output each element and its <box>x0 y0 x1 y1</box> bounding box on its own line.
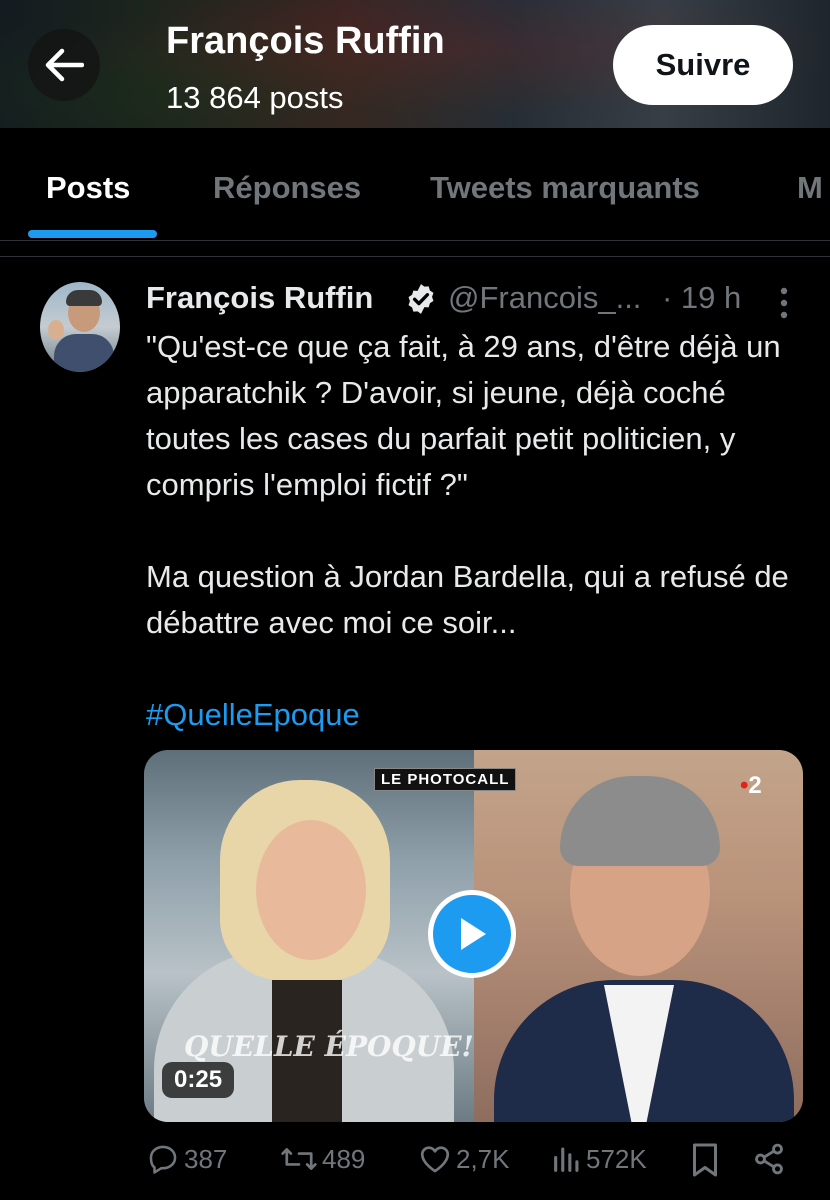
views-chart-icon <box>554 1147 579 1172</box>
verified-badge-icon <box>408 284 434 314</box>
views-count: 572K <box>586 1143 647 1174</box>
views-button[interactable]: 572K <box>552 1142 647 1176</box>
active-tab-indicator <box>28 230 157 238</box>
tweet-video[interactable]: QUELLE ÉPOQUE! LE PHOTOCALL •2 0:25 <box>144 750 803 1122</box>
heart-icon <box>420 1146 450 1173</box>
repost-button[interactable]: 489 <box>280 1142 365 1176</box>
share-button[interactable] <box>752 1142 786 1176</box>
profile-name: François Ruffin <box>166 20 445 62</box>
show-logo: QUELLE ÉPOQUE! <box>184 1030 474 1063</box>
follow-button[interactable]: Suivre <box>613 25 793 105</box>
posts-count: 13 864 posts <box>166 80 344 115</box>
repost-count: 489 <box>322 1143 366 1174</box>
play-button[interactable] <box>428 890 516 978</box>
bookmark-icon <box>693 1143 717 1177</box>
reply-icon <box>149 1145 177 1174</box>
profile-tabs: Posts Réponses Tweets marquants M <box>0 128 830 241</box>
repost-icon <box>281 1148 317 1170</box>
profile-header-banner: François Ruffin 13 864 posts Suivre <box>0 0 830 128</box>
photocall-label: LE PHOTOCALL <box>374 768 517 791</box>
more-options-icon[interactable] <box>770 286 798 320</box>
reply-count: 387 <box>184 1143 228 1174</box>
channel-logo: •2 <box>740 772 762 799</box>
tab-posts[interactable]: Posts <box>46 170 130 206</box>
hashtag-link[interactable]: #QuelleEpoque <box>146 692 806 738</box>
arrow-left-icon <box>45 48 84 82</box>
tab-replies[interactable]: Réponses <box>213 170 361 206</box>
like-button[interactable]: 2,7K <box>418 1142 510 1176</box>
tab-media[interactable]: M <box>797 170 823 206</box>
tweet-body-paragraph: Ma question à Jordan Bardella, qui a ref… <box>146 559 789 640</box>
tweet-timestamp[interactable]: · 19 h <box>662 280 741 316</box>
tweet-author-handle[interactable]: @Francois_... <box>448 280 641 316</box>
reply-button[interactable]: 387 <box>146 1142 227 1176</box>
tweet-actions: 387 489 2,7K 572K <box>146 1142 796 1186</box>
video-still-right <box>474 750 803 1122</box>
share-icon <box>755 1143 783 1175</box>
back-button[interactable] <box>28 29 100 101</box>
tweet-text: "Qu'est-ce que ça fait, à 29 ans, d'être… <box>146 324 806 738</box>
tab-highlights[interactable]: Tweets marquants <box>430 170 700 206</box>
avatar[interactable] <box>40 282 120 372</box>
play-icon <box>461 918 486 950</box>
tweet-author-name[interactable]: François Ruffin <box>146 280 373 316</box>
bookmark-button[interactable] <box>690 1142 720 1178</box>
tweet-quote-paragraph: "Qu'est-ce que ça fait, à 29 ans, d'être… <box>146 329 781 502</box>
divider <box>0 256 830 257</box>
video-duration: 0:25 <box>162 1062 235 1098</box>
like-count: 2,7K <box>456 1143 510 1174</box>
